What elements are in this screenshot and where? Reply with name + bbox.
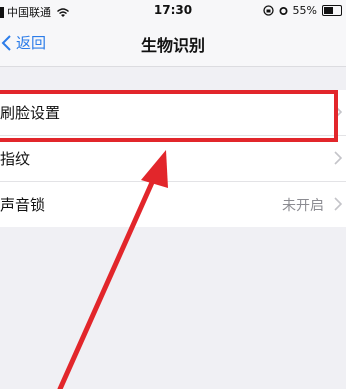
nav-bar: 返回 生物识别 [0,22,346,67]
battery-icon [322,5,342,16]
list-item-value: 未开启 [282,198,324,214]
chevron-right-icon [334,151,342,165]
alarm-icon [279,7,288,15]
status-right: 55% [262,4,342,17]
page-title: 生物识别 [140,36,205,55]
lock-rotation-icon [262,5,274,16]
chevron-right-icon [334,197,342,211]
list-item-fingerprint[interactable]: 指纹 [0,136,346,182]
list-item-voice-lock[interactable]: 声音锁 未开启 [0,182,346,227]
battery-level-fill [324,7,333,14]
status-bar: 中国联通 17:30 55% [0,0,346,22]
list-item-label: 声音锁 [0,196,46,214]
battery-percent: 55% [292,4,317,17]
list-item-label: 指纹 [0,150,31,168]
highlight-box [0,90,338,142]
screen: 中国联通 17:30 55% 返回 生物识别 刷脸设置 指纹 声音锁 未开启 [0,0,346,389]
